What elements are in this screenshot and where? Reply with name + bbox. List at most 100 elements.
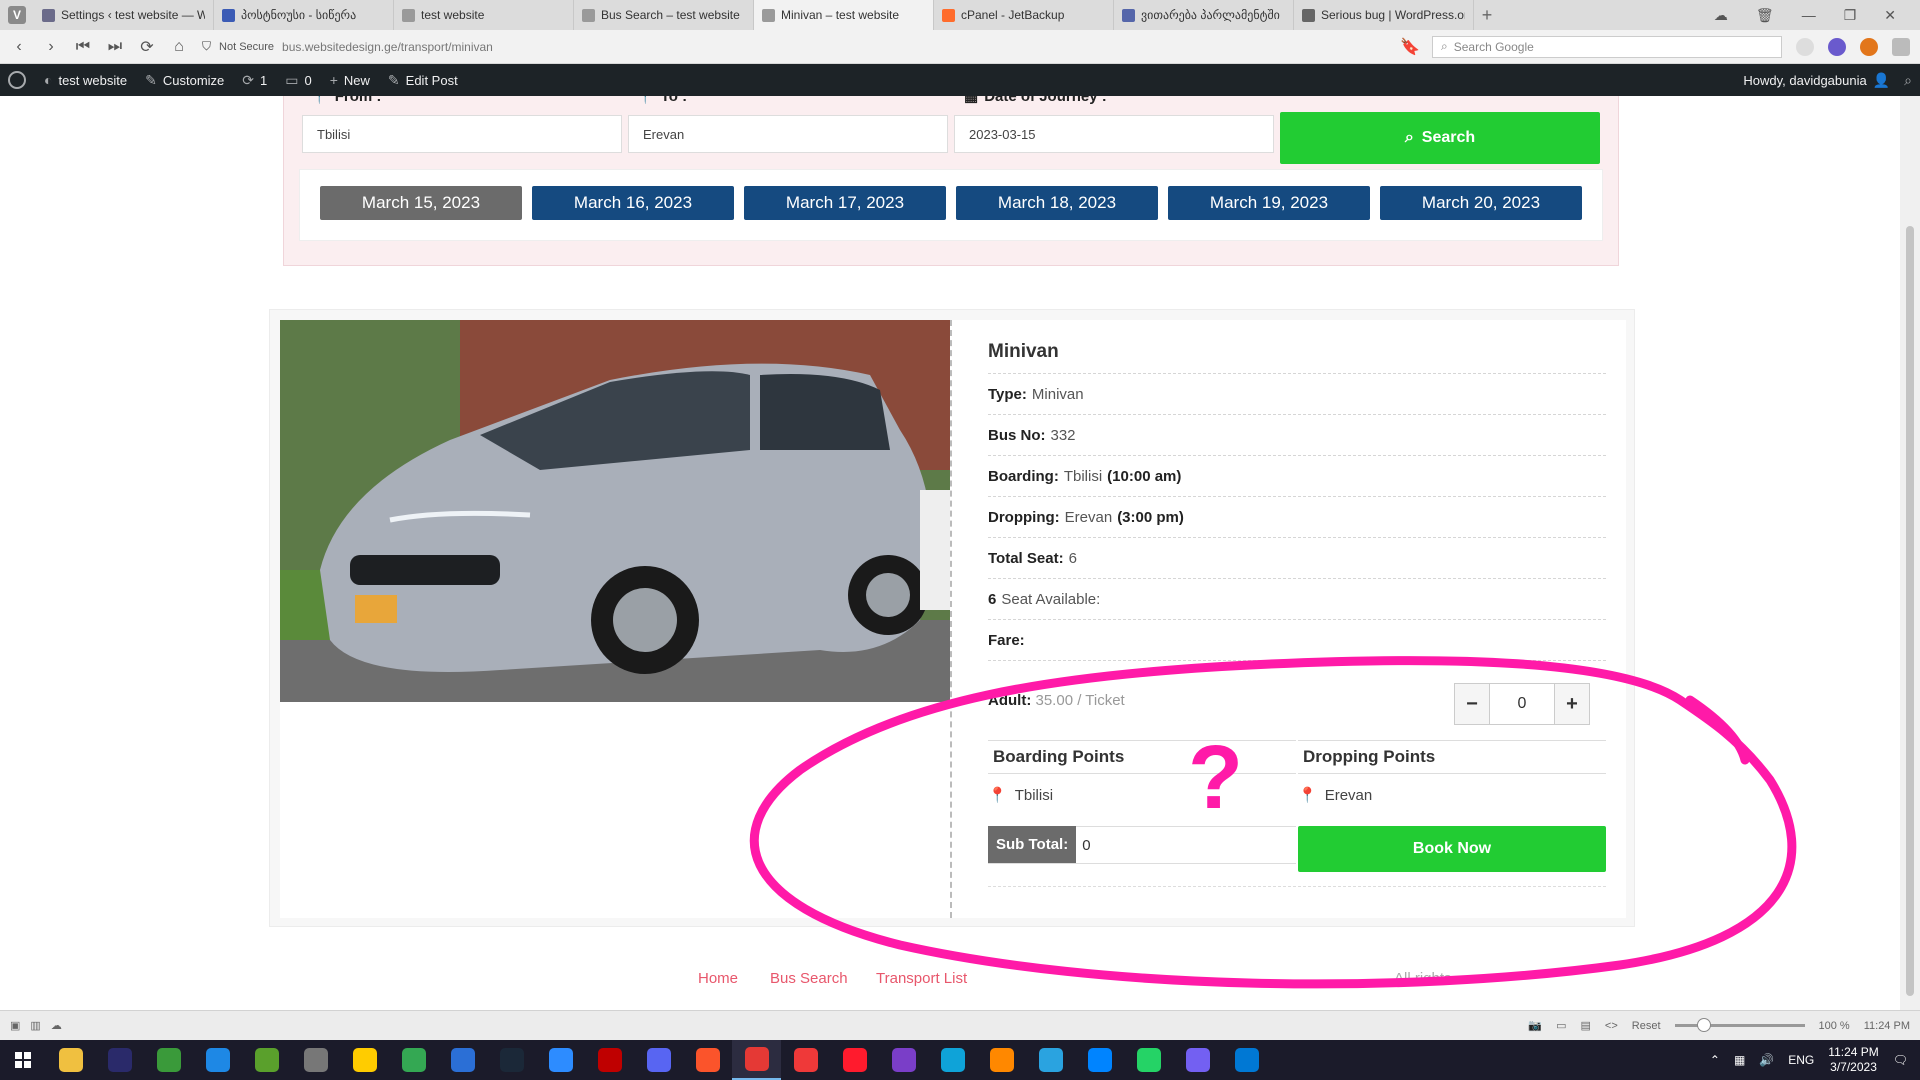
search-icon[interactable]: ⌕: [1904, 72, 1912, 89]
decrease-button[interactable]: −: [1455, 684, 1489, 724]
customize-link[interactable]: ✎ Customize: [145, 72, 224, 89]
profile-avatar[interactable]: [1796, 37, 1814, 56]
url-field[interactable]: ⛉ Not Secure bus.websitedesign.ge/transp…: [202, 39, 1386, 54]
scrollbar-thumb[interactable]: [1906, 226, 1914, 996]
taskbar-app-25[interactable]: [1222, 1040, 1271, 1080]
search-button[interactable]: ⌕ Search: [1280, 112, 1600, 164]
forward-icon[interactable]: ›: [42, 38, 60, 56]
image-icon[interactable]: ▤: [1581, 1019, 1591, 1032]
panel-icon[interactable]: ▣: [10, 1019, 20, 1032]
reload-icon[interactable]: ⟳: [138, 37, 156, 57]
taskbar-app-18[interactable]: [879, 1040, 928, 1080]
zoom-slider[interactable]: [1674, 1018, 1805, 1032]
taskbar-app-20[interactable]: [977, 1040, 1026, 1080]
footer-link-transport-list[interactable]: Transport List: [876, 970, 967, 987]
updates-link[interactable]: ⟳ 1: [242, 72, 267, 89]
taskbar-app-10[interactable]: [487, 1040, 536, 1080]
footer-link-home[interactable]: Home: [698, 970, 738, 987]
taskbar-app-1[interactable]: [46, 1040, 95, 1080]
to-input[interactable]: Erevan: [628, 115, 948, 153]
taskbar-app-11[interactable]: [536, 1040, 585, 1080]
date-button-2[interactable]: March 16, 2023: [532, 186, 734, 220]
quantity-input[interactable]: 0: [1489, 684, 1555, 724]
taskbar-app-22[interactable]: [1075, 1040, 1124, 1080]
taskbar-app-23[interactable]: [1124, 1040, 1173, 1080]
bookmark-icon[interactable]: 🔖: [1400, 37, 1420, 57]
taskbar-app-5[interactable]: [242, 1040, 291, 1080]
taskbar-app-13[interactable]: [634, 1040, 683, 1080]
cloud-icon[interactable]: ☁: [51, 1019, 62, 1032]
date-button-6[interactable]: March 20, 2023: [1380, 186, 1582, 220]
notifications-icon[interactable]: 🗨: [1893, 1053, 1908, 1067]
taskbar-app-24[interactable]: [1173, 1040, 1222, 1080]
page-scrollbar[interactable]: [1900, 96, 1920, 1010]
code-icon[interactable]: <>: [1605, 1020, 1618, 1032]
taskbar-app-4[interactable]: [193, 1040, 242, 1080]
browser-tab-3[interactable]: test website: [394, 0, 574, 30]
date-button-1[interactable]: March 15, 2023: [320, 186, 522, 220]
taskbar-app-19[interactable]: [928, 1040, 977, 1080]
zoom-reset[interactable]: Reset: [1632, 1020, 1661, 1032]
security-indicator[interactable]: Not Secure: [219, 41, 274, 53]
extension-icon[interactable]: [1828, 37, 1846, 56]
shield-icon[interactable]: ⛉: [202, 39, 211, 54]
home-icon[interactable]: ⌂: [170, 38, 188, 56]
taskbar-app-16[interactable]: [781, 1040, 830, 1080]
metamask-icon[interactable]: [1860, 37, 1878, 56]
close-window-button[interactable]: ✕: [1884, 7, 1896, 24]
browser-tab-2[interactable]: პოსტნოუსი - სიწერა: [214, 0, 394, 30]
new-content-link[interactable]: + New: [330, 72, 370, 88]
browser-tab-4[interactable]: Bus Search – test website: [574, 0, 754, 30]
date-button-3[interactable]: March 17, 2023: [744, 186, 946, 220]
browser-tab-5[interactable]: Minivan – test website: [754, 0, 934, 30]
taskbar-app-9[interactable]: [438, 1040, 487, 1080]
panel-toggle-icon[interactable]: [1892, 37, 1910, 56]
tile-icon[interactable]: ▥: [30, 1019, 40, 1032]
book-now-button[interactable]: Book Now: [1298, 826, 1606, 872]
back-icon[interactable]: ‹: [10, 38, 28, 56]
window-icon[interactable]: ▭: [1556, 1019, 1566, 1032]
date-button-4[interactable]: March 18, 2023: [956, 186, 1158, 220]
browser-tab-6[interactable]: cPanel - JetBackup: [934, 0, 1114, 30]
start-button[interactable]: [0, 1040, 46, 1080]
footer-link-bus-search[interactable]: Bus Search: [770, 970, 848, 987]
taskbar-app-7[interactable]: [340, 1040, 389, 1080]
taskbar-app-17[interactable]: [830, 1040, 879, 1080]
browser-tab-1[interactable]: Settings ‹ test website — W: [34, 0, 214, 30]
fast-forward-icon[interactable]: ⏭: [106, 38, 124, 56]
taskbar-app-2[interactable]: [95, 1040, 144, 1080]
cloud-icon[interactable]: ☁: [1714, 7, 1728, 24]
browser-tab-7[interactable]: ვითარება პარლამენტში: [1114, 0, 1294, 30]
taskbar-app-21[interactable]: [1026, 1040, 1075, 1080]
taskbar-app-3[interactable]: [144, 1040, 193, 1080]
minimize-button[interactable]: —: [1802, 7, 1816, 23]
vivaldi-menu-button[interactable]: V: [0, 0, 34, 30]
date-input[interactable]: 2023-03-15: [954, 115, 1274, 153]
comments-link[interactable]: ▭ 0: [285, 72, 311, 89]
network-icon[interactable]: ▦: [1734, 1053, 1745, 1067]
restore-button[interactable]: ❐: [1844, 7, 1857, 24]
taskbar-app-14[interactable]: [683, 1040, 732, 1080]
increase-button[interactable]: +: [1555, 684, 1589, 724]
camera-icon[interactable]: 📷: [1528, 1019, 1542, 1032]
chevron-up-icon[interactable]: ⌃: [1710, 1053, 1720, 1067]
taskbar-app-8[interactable]: [389, 1040, 438, 1080]
site-name-link[interactable]: ◐ test website: [44, 72, 127, 88]
rewind-icon[interactable]: ⏮: [74, 38, 92, 56]
new-tab-button[interactable]: +: [1474, 0, 1500, 30]
taskbar-app-12[interactable]: [585, 1040, 634, 1080]
volume-icon[interactable]: 🔊: [1759, 1053, 1774, 1067]
taskbar-app-15[interactable]: [732, 1040, 781, 1080]
edit-post-link[interactable]: ✎ Edit Post: [388, 72, 458, 89]
wordpress-logo-icon[interactable]: [8, 71, 26, 89]
zoom-knob[interactable]: [1696, 1018, 1711, 1032]
language-indicator[interactable]: ENG: [1788, 1053, 1814, 1067]
browser-tab-8[interactable]: Serious bug | WordPress.or: [1294, 0, 1474, 30]
trash-icon[interactable]: 🗑: [1756, 7, 1774, 24]
taskbar-app-6[interactable]: [291, 1040, 340, 1080]
search-google-input[interactable]: ⌕ Search Google: [1432, 35, 1782, 58]
account-menu[interactable]: Howdy, davidgabunia 👤: [1743, 72, 1890, 89]
date-button-5[interactable]: March 19, 2023: [1168, 186, 1370, 220]
from-input[interactable]: Tbilisi: [302, 115, 622, 153]
clock[interactable]: 11:24 PM 3/7/2023: [1828, 1045, 1878, 1075]
